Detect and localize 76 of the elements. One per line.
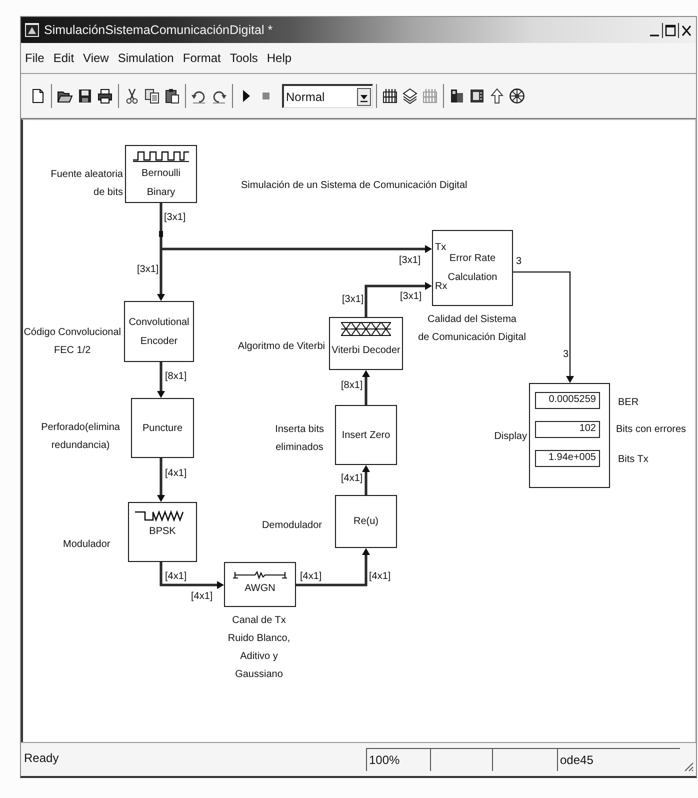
wheel-icon[interactable] (509, 88, 525, 104)
diamond-stack-icon[interactable] (402, 88, 418, 104)
panel-icon[interactable] (469, 88, 485, 104)
bar-grid-icon[interactable] (382, 88, 398, 104)
signal-dimension-label: [4x1] (300, 571, 322, 583)
signal-dimension-label: 3 (563, 349, 569, 361)
window-title: SimulaciónSistemaComunicaciónDigital * (44, 23, 273, 37)
block-label: Convolutional Encoder (128, 316, 190, 348)
signal-dimension-label: [3x1] (399, 255, 421, 267)
readout-field: 102 (535, 421, 600, 438)
block-caption: Display (494, 430, 527, 444)
clipboard-icon[interactable] (164, 88, 180, 104)
signal-dimension-label: [3x1] (164, 212, 186, 224)
signal-dimension-label: [4x1] (165, 468, 187, 480)
port-label: Tx (435, 242, 446, 254)
block-label: AWGN (244, 582, 276, 596)
block-label: Bernoulli Binary (142, 167, 180, 200)
block-caption: Perforado(elimina redundancia) (41, 421, 120, 453)
status-panel (492, 748, 557, 771)
block-label: Error Rate Calculation (448, 252, 498, 285)
status-message: Ready (24, 751, 59, 765)
caret-icon[interactable] (357, 88, 371, 106)
signal-dimension-label: [4x1] (191, 591, 213, 603)
block-caption: Calidad del Sistema de Comunicación Digital (418, 313, 526, 345)
readout-field: 1.94e+005 (535, 450, 600, 467)
signal-dimension-label: [4x1] (369, 571, 391, 583)
noise-line-icon (233, 570, 287, 580)
block-label: Re(u) (353, 515, 378, 529)
readout-label: Bits con errores (616, 424, 686, 436)
close-icon[interactable] (680, 22, 693, 38)
lattice-icon (341, 322, 391, 336)
app-icon (24, 22, 40, 38)
signal-dimension-label: [4x1] (341, 473, 363, 485)
block-caption: Inserta bits eliminados (275, 423, 324, 455)
signal-dimension-label: 3 (516, 256, 522, 268)
maximize-icon[interactable] (664, 22, 677, 38)
block-label: Insert Zero (342, 428, 390, 442)
menu-item[interactable]: Tools (230, 49, 258, 67)
device-icon[interactable] (449, 88, 465, 104)
diagram-title: Simulación de un Sistema de Comunicación Digital (241, 180, 468, 192)
block-label: Viterbi Decoder (332, 344, 400, 358)
block-caption: Código Convolucional FEC 1/2 (24, 326, 121, 358)
block-caption: Algoritmo de Viterbi (238, 340, 325, 354)
zoom-level: 100% (366, 748, 430, 771)
scissors-icon[interactable] (124, 88, 140, 104)
signal-dimension-label: [3x1] (342, 294, 364, 306)
block-caption: Demodulador (262, 519, 322, 533)
readout-label: Bits Tx (618, 454, 648, 466)
readout-label: BER (618, 397, 639, 409)
signal-dimension-label: [8x1] (165, 371, 187, 383)
readout-field: 0.0005259 (535, 392, 600, 409)
port-label: Rx (435, 281, 448, 293)
menu-item[interactable]: View (83, 49, 109, 67)
printer-icon[interactable] (97, 88, 113, 104)
up-arrow-icon[interactable] (489, 88, 505, 104)
menu-item[interactable]: Simulation (118, 49, 174, 67)
resize-grip-icon[interactable] (682, 760, 694, 772)
signal-dimension-label: [3x1] (137, 264, 159, 276)
menu-item[interactable]: Help (266, 49, 292, 67)
two-pages-icon[interactable] (144, 88, 160, 104)
document-icon[interactable] (30, 88, 46, 104)
block-caption: Canal de Tx Ruido Blanco, Aditivo y Gaussiano (228, 614, 290, 682)
block-caption: Modulador (63, 538, 110, 552)
signal-dimension-label: [8x1] (341, 380, 363, 392)
menu-item[interactable]: Format (182, 49, 221, 67)
mode-dropdown[interactable]: Normal (282, 84, 373, 108)
block-caption: Fuente aleatoria de bits (50, 168, 123, 200)
block-label: BPSK (149, 525, 176, 539)
solver-name: ode45 (557, 748, 680, 771)
menu-item[interactable]: File (25, 49, 44, 67)
pulse-train-icon (133, 150, 189, 162)
block-label: Puncture (142, 422, 183, 436)
status-panel (430, 748, 492, 771)
menu-item[interactable]: Edit (53, 49, 74, 67)
signal-dimension-label: [3x1] (400, 291, 422, 303)
signal-dimension-label: [4x1] (165, 571, 187, 583)
